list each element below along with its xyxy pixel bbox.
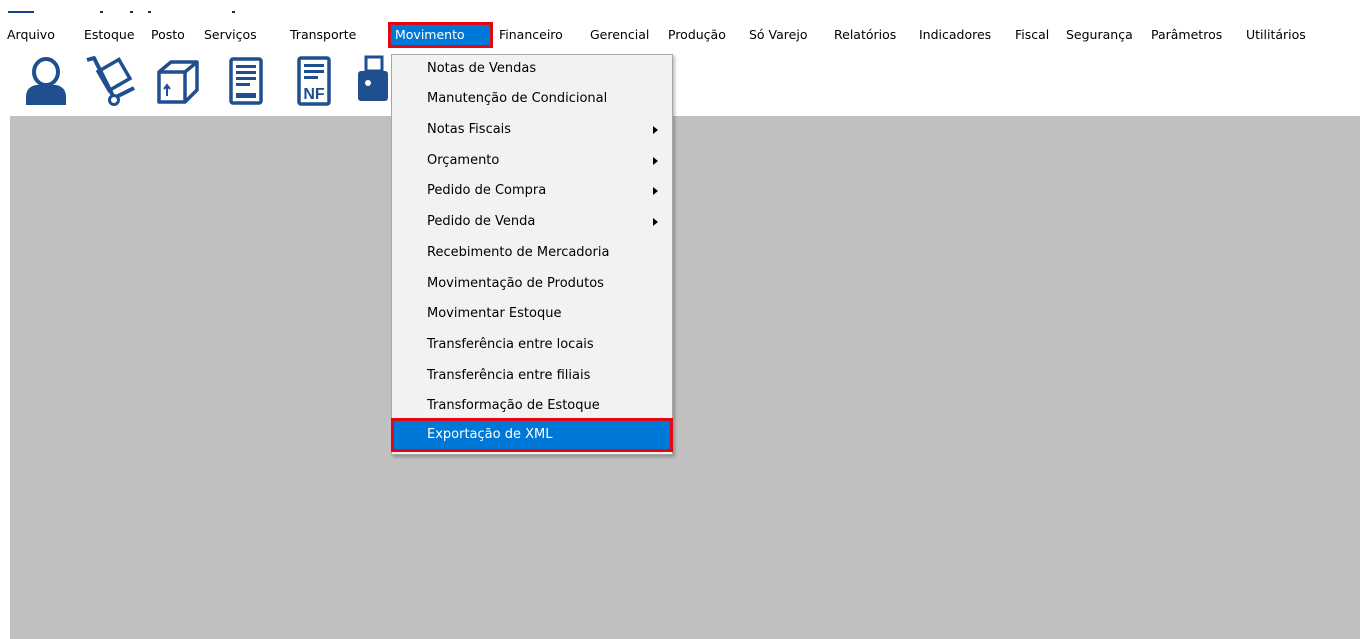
- title-fragment: [148, 11, 151, 13]
- menu-option-notas-de-vendas[interactable]: Notas de Vendas: [394, 55, 670, 82]
- box-icon: [157, 60, 199, 104]
- menu-estoque[interactable]: Estoque: [82, 25, 137, 45]
- menu-option-label: Orçamento: [427, 153, 500, 168]
- menu-producao[interactable]: Produção: [666, 25, 728, 45]
- menu-indicadores[interactable]: Indicadores: [917, 25, 993, 45]
- menu-option-label: Manutenção de Condicional: [427, 91, 608, 106]
- workspace-area: [10, 116, 1360, 639]
- menu-option-label: Transferência entre locais: [427, 337, 594, 352]
- menu-option-label: Transformação de Estoque: [427, 398, 600, 413]
- toolbar: NF: [0, 48, 1360, 116]
- menu-option-orcamento[interactable]: Orçamento: [394, 147, 670, 174]
- menu-fiscal[interactable]: Fiscal: [1013, 25, 1051, 45]
- submenu-arrow-icon: [653, 218, 658, 226]
- menu-option-label: Movimentar Estoque: [427, 306, 562, 321]
- menu-so-varejo[interactable]: Só Varejo: [747, 25, 809, 45]
- box-button[interactable]: [150, 51, 206, 111]
- user-icon: [26, 57, 66, 105]
- document-icon: [229, 57, 263, 105]
- menu-option-label: Transferência entre filiais: [427, 368, 591, 383]
- menu-relatorios[interactable]: Relatórios: [832, 25, 898, 45]
- menu-servicos[interactable]: Serviços: [202, 25, 259, 45]
- nf-label: NF: [303, 86, 325, 103]
- menu-option-label: Notas Fiscais: [427, 122, 512, 137]
- menu-gerencial[interactable]: Gerencial: [588, 25, 651, 45]
- menu-movimento[interactable]: Movimento: [388, 22, 493, 48]
- menu-option-transferencia-filiais[interactable]: Transferência entre filiais: [394, 362, 670, 389]
- nf-document-button[interactable]: NF: [286, 51, 342, 111]
- menu-transporte[interactable]: Transporte: [288, 25, 358, 45]
- hand-truck-icon: [86, 56, 135, 106]
- menu-option-pedido-de-venda[interactable]: Pedido de Venda: [394, 208, 670, 235]
- nf-document-icon: NF: [297, 56, 331, 106]
- menu-option-notas-fiscais[interactable]: Notas Fiscais: [394, 116, 670, 143]
- menu-option-pedido-de-compra[interactable]: Pedido de Compra: [394, 177, 670, 204]
- menu-option-label: Exportação de XML: [427, 427, 553, 442]
- printer-icon: [358, 55, 388, 101]
- menu-option-manutencao-condicional[interactable]: Manutenção de Condicional: [394, 85, 670, 112]
- menu-option-transformacao-estoque[interactable]: Transformação de Estoque: [394, 392, 670, 419]
- menu-parametros[interactable]: Parâmetros: [1149, 25, 1224, 45]
- menu-option-exportacao-xml[interactable]: Exportação de XML: [391, 418, 673, 452]
- app-logo-mark: [8, 11, 34, 13]
- menu-option-movimentacao-produtos[interactable]: Movimentação de Produtos: [394, 270, 670, 297]
- submenu-arrow-icon: [653, 157, 658, 165]
- title-fragment: [232, 11, 235, 13]
- menu-seguranca[interactable]: Segurança: [1064, 25, 1135, 45]
- title-bar-partial: [0, 0, 1360, 22]
- menu-option-label: Pedido de Venda: [427, 214, 536, 229]
- menu-utilitarios[interactable]: Utilitários: [1244, 25, 1360, 45]
- movimento-dropdown-menu: Notas de Vendas Manutenção de Condiciona…: [391, 54, 673, 455]
- menu-option-label: Movimentação de Produtos: [427, 276, 604, 291]
- hand-truck-button[interactable]: [82, 51, 138, 111]
- title-fragment: [100, 11, 103, 13]
- menu-option-label: Notas de Vendas: [427, 61, 537, 76]
- menu-bar: Arquivo Estoque Posto Serviços Transport…: [0, 22, 1360, 48]
- menu-posto[interactable]: Posto: [149, 25, 187, 45]
- menu-option-label: Recebimento de Mercadoria: [427, 245, 610, 260]
- title-fragment: [130, 11, 133, 13]
- menu-option-movimentar-estoque[interactable]: Movimentar Estoque: [394, 300, 670, 327]
- document-button[interactable]: [218, 51, 274, 111]
- menu-financeiro[interactable]: Financeiro: [497, 25, 565, 45]
- menu-arquivo[interactable]: Arquivo: [5, 25, 57, 45]
- menu-option-transferencia-locais[interactable]: Transferência entre locais: [394, 331, 670, 358]
- user-button[interactable]: [18, 51, 74, 111]
- submenu-arrow-icon: [653, 187, 658, 195]
- menu-option-recebimento-mercadoria[interactable]: Recebimento de Mercadoria: [394, 239, 670, 266]
- submenu-arrow-icon: [653, 126, 658, 134]
- menu-option-label: Pedido de Compra: [427, 183, 547, 198]
